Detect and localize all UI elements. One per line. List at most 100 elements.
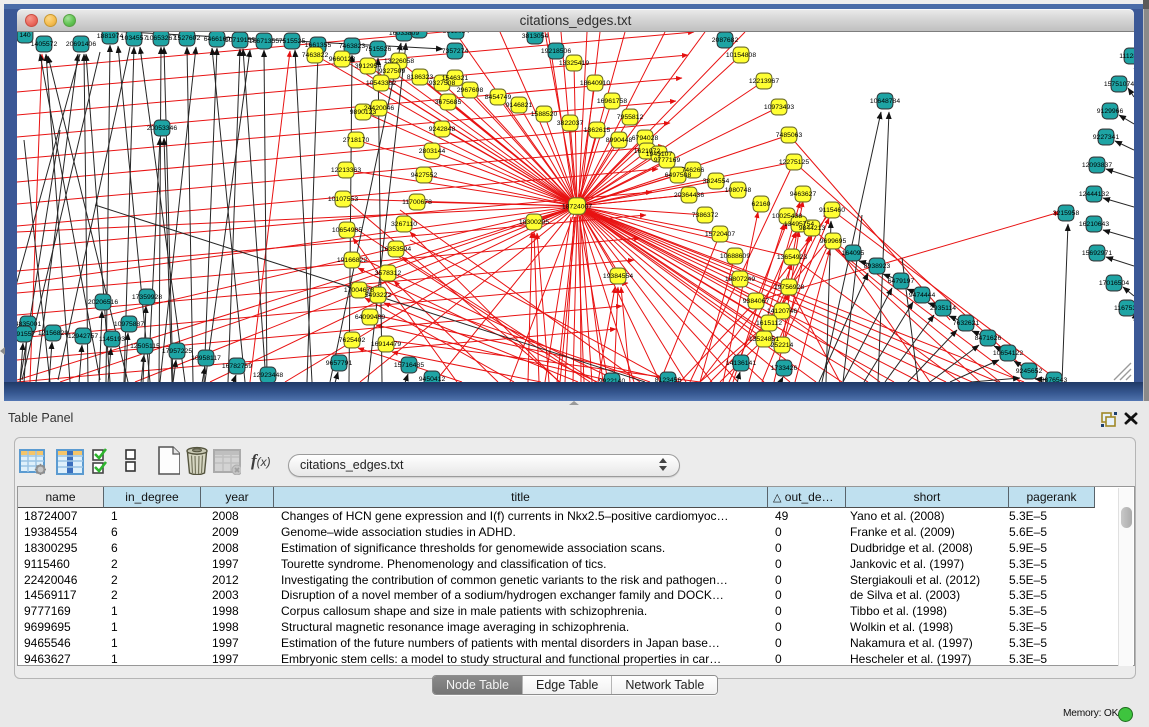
svg-text:1661355: 1661355	[305, 42, 332, 49]
svg-text:19166822: 19166822	[337, 257, 367, 264]
svg-text:6479197: 6479197	[888, 278, 915, 285]
svg-text:13654923: 13654923	[777, 254, 807, 261]
svg-text:9876543: 9876543	[1041, 377, 1068, 382]
svg-text:1405572: 1405572	[31, 41, 58, 48]
svg-text:1034557: 1034557	[121, 35, 148, 42]
svg-text:8990448: 8990448	[606, 137, 633, 144]
svg-text:9115460: 9115460	[819, 207, 845, 214]
svg-text:9384067: 9384067	[743, 298, 770, 305]
svg-text:14136141: 14136141	[726, 360, 756, 367]
svg-text:9242848: 9242848	[429, 126, 456, 133]
svg-text:2967608: 2967608	[457, 87, 484, 94]
svg-text:3813054: 3813054	[522, 33, 549, 40]
svg-text:10025438: 10025438	[772, 213, 802, 220]
svg-text:18640910: 18640910	[580, 80, 610, 87]
svg-text:20053346: 20053346	[147, 125, 177, 132]
svg-text:7632621: 7632621	[953, 320, 980, 327]
svg-text:164095: 164095	[842, 250, 865, 257]
svg-text:1546321: 1546321	[442, 75, 469, 82]
svg-text:7515525: 7515525	[279, 38, 306, 45]
svg-text:9146821: 9146821	[506, 102, 533, 109]
svg-text:12093837: 12093837	[1082, 162, 1112, 169]
svg-text:18300295: 18300295	[519, 219, 549, 226]
svg-text:15692971: 15692971	[1082, 250, 1112, 257]
svg-text:10688609: 10688609	[720, 253, 750, 260]
svg-text:7386372: 7386372	[692, 212, 719, 219]
svg-text:16210643: 16210643	[1079, 221, 1109, 228]
svg-text:2803144: 2803144	[419, 148, 446, 155]
svg-text:10107553: 10107553	[328, 196, 358, 203]
svg-text:8938923: 8938923	[864, 263, 891, 270]
svg-text:4835001: 4835001	[17, 321, 41, 328]
svg-text:991557: 991557	[17, 331, 36, 338]
svg-text:2935114: 2935114	[930, 305, 956, 312]
svg-text:16671355: 16671355	[249, 38, 279, 45]
svg-text:20206516: 20206516	[88, 299, 118, 306]
svg-text:9327509: 9327509	[379, 68, 406, 75]
svg-text:7485063: 7485063	[776, 132, 803, 139]
svg-text:8471626: 8471626	[975, 335, 1002, 342]
svg-text:3215958: 3215958	[1053, 210, 1080, 217]
svg-text:9660128: 9660128	[329, 56, 356, 63]
svg-text:746266: 746266	[682, 167, 705, 174]
svg-text:10154808: 10154808	[726, 52, 756, 59]
svg-text:1881974: 1881974	[97, 33, 124, 40]
svg-text:15751074: 15751074	[1104, 81, 1134, 88]
svg-text:16353594: 16353594	[381, 246, 411, 253]
svg-text:10653267: 10653267	[146, 35, 176, 42]
svg-text:12923448: 12923448	[253, 372, 283, 379]
svg-text:16782759: 16782759	[222, 363, 252, 370]
svg-text:1362615: 1362615	[584, 127, 611, 134]
svg-text:2718170: 2718170	[343, 137, 370, 144]
svg-text:12444132: 12444132	[1079, 191, 1109, 198]
svg-text:1080748: 1080748	[725, 187, 752, 194]
svg-text:7463823: 7463823	[339, 43, 366, 50]
svg-text:9227341: 9227341	[1093, 134, 1120, 141]
svg-text:9844213: 9844213	[799, 225, 826, 232]
svg-text:8454749: 8454749	[485, 94, 512, 101]
svg-text:3912954: 3912954	[355, 63, 382, 70]
svg-text:10648784: 10648784	[870, 98, 900, 105]
svg-text:1588520: 1588520	[531, 111, 558, 118]
svg-text:14120746: 14120746	[767, 308, 797, 315]
svg-text:1733426: 1733426	[771, 365, 798, 372]
svg-text:10973493: 10973493	[764, 104, 794, 111]
svg-text:12156829: 12156829	[38, 330, 68, 337]
svg-text:10543362: 10543362	[366, 80, 396, 87]
svg-text:19218506: 19218506	[541, 48, 571, 55]
svg-text:16961758: 16961758	[597, 98, 627, 105]
svg-text:15720407: 15720407	[705, 231, 735, 238]
svg-text:16914479: 16914479	[371, 341, 401, 348]
svg-text:18807249: 18807249	[725, 276, 755, 283]
svg-text:10654985: 10654985	[332, 227, 362, 234]
svg-text:15716485: 15716485	[394, 362, 424, 369]
svg-text:62160: 62160	[752, 201, 771, 208]
svg-text:3822037: 3822037	[557, 120, 584, 127]
svg-text:11700678: 11700678	[402, 199, 432, 206]
svg-text:3267110: 3267110	[391, 221, 417, 228]
svg-text:13325419: 13325419	[559, 60, 589, 67]
svg-text:252214: 252214	[771, 342, 794, 349]
svg-text:12213967: 12213967	[749, 78, 779, 85]
svg-text:20691406: 20691406	[66, 41, 96, 48]
svg-text:9699695: 9699695	[820, 238, 847, 245]
svg-text:19384554: 19384554	[603, 273, 633, 280]
svg-text:12213363: 12213363	[331, 167, 361, 174]
svg-text:12505115: 12505115	[130, 343, 160, 350]
svg-text:19756928: 19756928	[774, 284, 804, 291]
svg-text:1145193: 1145193	[99, 336, 125, 343]
svg-text:10958117: 10958117	[191, 355, 221, 362]
svg-text:7955812: 7955812	[617, 114, 644, 121]
svg-text:8123456: 8123456	[655, 377, 682, 382]
svg-text:9450412: 9450412	[419, 376, 446, 382]
svg-text:20364436: 20364436	[674, 192, 704, 199]
svg-text:1167533: 1167533	[1114, 305, 1134, 312]
svg-text:10975887: 10975887	[114, 321, 144, 328]
svg-text:17957225: 17957225	[162, 348, 192, 355]
svg-text:9922140: 9922140	[599, 378, 626, 382]
svg-text:6794028: 6794028	[632, 135, 659, 142]
svg-text:13226058: 13226058	[384, 58, 414, 65]
svg-text:9474444: 9474444	[909, 292, 936, 299]
svg-text:9245652: 9245652	[1016, 368, 1043, 375]
svg-text:10654122: 10654122	[993, 350, 1023, 357]
